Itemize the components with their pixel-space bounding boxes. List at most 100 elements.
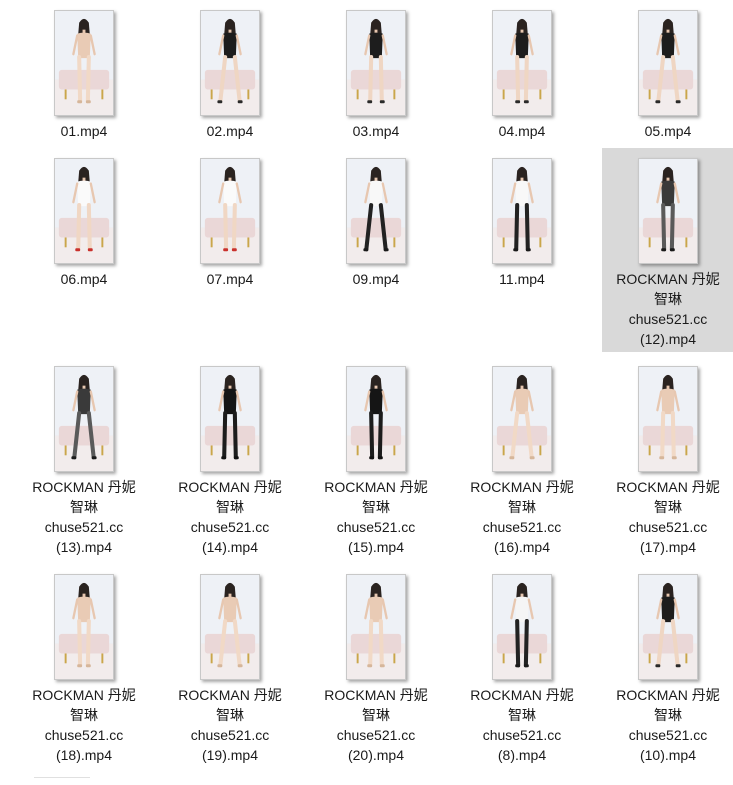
- file-name-line: ROCKMAN 丹妮: [178, 479, 282, 495]
- video-thumbnail[interactable]: [346, 366, 406, 472]
- video-thumbnail[interactable]: [492, 158, 552, 264]
- video-thumbnail[interactable]: [54, 158, 114, 264]
- video-thumbnail[interactable]: [200, 366, 260, 472]
- file-name-line: 03.mp4: [352, 123, 400, 139]
- file-name-label: ROCKMAN 丹妮 智琳 chuse521.cc (20).mp4: [310, 685, 442, 768]
- file-name-label: ROCKMAN 丹妮 智琳 chuse521.cc (13).mp4: [18, 477, 150, 560]
- file-name-line: 05.mp4: [644, 123, 692, 139]
- file-name-label: ROCKMAN 丹妮 智琳 chuse521.cc (16).mp4: [456, 477, 588, 560]
- file-name-label: 05.mp4: [602, 121, 733, 144]
- file-item-f10[interactable]: ROCKMAN 丹妮 智琳 chuse521.cc (10).mp4: [602, 564, 733, 768]
- video-thumbnail[interactable]: [638, 10, 698, 116]
- file-item-f19[interactable]: ROCKMAN 丹妮 智琳 chuse521.cc (19).mp4: [164, 564, 296, 768]
- file-name-line: ROCKMAN 丹妮: [470, 687, 574, 703]
- file-name-line: 智琳: [362, 707, 390, 723]
- thumbnail-wrap: [602, 564, 733, 680]
- file-item-f01[interactable]: 01.mp4: [18, 0, 150, 144]
- file-name-label: ROCKMAN 丹妮 智琳 chuse521.cc (12).mp4: [602, 269, 733, 352]
- thumbnail-wrap: [164, 148, 296, 264]
- file-item-f18[interactable]: ROCKMAN 丹妮 智琳 chuse521.cc (18).mp4: [18, 564, 150, 768]
- video-thumbnail[interactable]: [200, 574, 260, 680]
- video-thumbnail[interactable]: [638, 158, 698, 264]
- video-thumbnail[interactable]: [200, 10, 260, 116]
- video-thumbnail[interactable]: [346, 10, 406, 116]
- file-name-line: (18).mp4: [55, 747, 113, 763]
- file-item-f05[interactable]: 05.mp4: [602, 0, 733, 144]
- file-name-line: 09.mp4: [352, 271, 400, 287]
- video-thumbnail[interactable]: [200, 158, 260, 264]
- file-item-f20[interactable]: ROCKMAN 丹妮 智琳 chuse521.cc (20).mp4: [310, 564, 442, 768]
- thumbnail-wrap: [456, 356, 588, 472]
- file-item-f11[interactable]: 11.mp4: [456, 148, 588, 292]
- file-name-line: 智琳: [508, 499, 536, 515]
- file-item-f04[interactable]: 04.mp4: [456, 0, 588, 144]
- thumbnail-wrap: [310, 564, 442, 680]
- thumbnail-wrap: [310, 0, 442, 116]
- file-item-f03[interactable]: 03.mp4: [310, 0, 442, 144]
- file-name-label: 01.mp4: [18, 121, 150, 144]
- thumbnail-wrap: [602, 0, 733, 116]
- video-thumbnail[interactable]: [492, 366, 552, 472]
- video-thumbnail[interactable]: [492, 574, 552, 680]
- thumbnail-wrap: [164, 356, 296, 472]
- file-name-line: ROCKMAN 丹妮: [324, 687, 428, 703]
- video-thumbnail[interactable]: [346, 158, 406, 264]
- file-name-line: 智琳: [508, 707, 536, 723]
- video-thumbnail[interactable]: [492, 10, 552, 116]
- file-name-line: chuse521.cc: [482, 727, 562, 743]
- video-thumbnail[interactable]: [54, 366, 114, 472]
- file-name-line: chuse521.cc: [336, 727, 416, 743]
- file-name-line: (8).mp4: [497, 747, 547, 763]
- video-thumbnail[interactable]: [54, 10, 114, 116]
- file-name-line: 智琳: [216, 499, 244, 515]
- bottom-divider: [34, 777, 90, 778]
- file-item-f13[interactable]: ROCKMAN 丹妮 智琳 chuse521.cc (13).mp4: [18, 356, 150, 560]
- file-item-f07[interactable]: 07.mp4: [164, 148, 296, 292]
- file-name-line: chuse521.cc: [44, 519, 124, 535]
- thumbnail-wrap: [18, 148, 150, 264]
- thumbnail-wrap: [456, 564, 588, 680]
- file-name-line: ROCKMAN 丹妮: [32, 479, 136, 495]
- thumbnail-wrap: [18, 356, 150, 472]
- file-item-f17[interactable]: ROCKMAN 丹妮 智琳 chuse521.cc (17).mp4: [602, 356, 733, 560]
- file-name-line: 智琳: [654, 707, 682, 723]
- file-name-line: 02.mp4: [206, 123, 254, 139]
- thumbnail-wrap: [602, 356, 733, 472]
- file-item-f15[interactable]: ROCKMAN 丹妮 智琳 chuse521.cc (15).mp4: [310, 356, 442, 560]
- file-item-f16[interactable]: ROCKMAN 丹妮 智琳 chuse521.cc (16).mp4: [456, 356, 588, 560]
- file-name-label: 07.mp4: [164, 269, 296, 292]
- file-name-line: ROCKMAN 丹妮: [616, 687, 720, 703]
- file-name-line: 智琳: [654, 291, 682, 307]
- video-thumbnail[interactable]: [638, 574, 698, 680]
- file-name-label: 02.mp4: [164, 121, 296, 144]
- file-name-line: ROCKMAN 丹妮: [616, 271, 720, 287]
- file-item-f12[interactable]: ROCKMAN 丹妮 智琳 chuse521.cc (12).mp4: [602, 148, 733, 352]
- file-item-f14[interactable]: ROCKMAN 丹妮 智琳 chuse521.cc (14).mp4: [164, 356, 296, 560]
- file-name-line: chuse521.cc: [336, 519, 416, 535]
- thumbnail-wrap: [18, 564, 150, 680]
- file-name-label: 04.mp4: [456, 121, 588, 144]
- file-name-line: chuse521.cc: [44, 727, 124, 743]
- file-item-f02[interactable]: 02.mp4: [164, 0, 296, 144]
- video-thumbnail[interactable]: [638, 366, 698, 472]
- file-name-line: ROCKMAN 丹妮: [470, 479, 574, 495]
- file-item-f08[interactable]: ROCKMAN 丹妮 智琳 chuse521.cc (8).mp4: [456, 564, 588, 768]
- file-name-line: (10).mp4: [639, 747, 697, 763]
- file-name-label: ROCKMAN 丹妮 智琳 chuse521.cc (8).mp4: [456, 685, 588, 768]
- file-name-line: chuse521.cc: [482, 519, 562, 535]
- file-item-f06[interactable]: 06.mp4: [18, 148, 150, 292]
- file-item-f09[interactable]: 09.mp4: [310, 148, 442, 292]
- file-name-line: 07.mp4: [206, 271, 254, 287]
- thumbnail-wrap: [164, 0, 296, 116]
- file-name-line: 01.mp4: [60, 123, 108, 139]
- file-name-line: (12).mp4: [639, 331, 697, 347]
- file-name-line: ROCKMAN 丹妮: [32, 687, 136, 703]
- file-name-line: 智琳: [362, 499, 390, 515]
- file-grid: 01.mp4 02.mp4 03.mp4 04.mp4 05.mp4 06.mp…: [0, 0, 733, 785]
- file-name-label: 09.mp4: [310, 269, 442, 292]
- video-thumbnail[interactable]: [54, 574, 114, 680]
- video-thumbnail[interactable]: [346, 574, 406, 680]
- file-name-line: 智琳: [70, 707, 98, 723]
- thumbnail-wrap: [164, 564, 296, 680]
- file-name-line: chuse521.cc: [190, 727, 270, 743]
